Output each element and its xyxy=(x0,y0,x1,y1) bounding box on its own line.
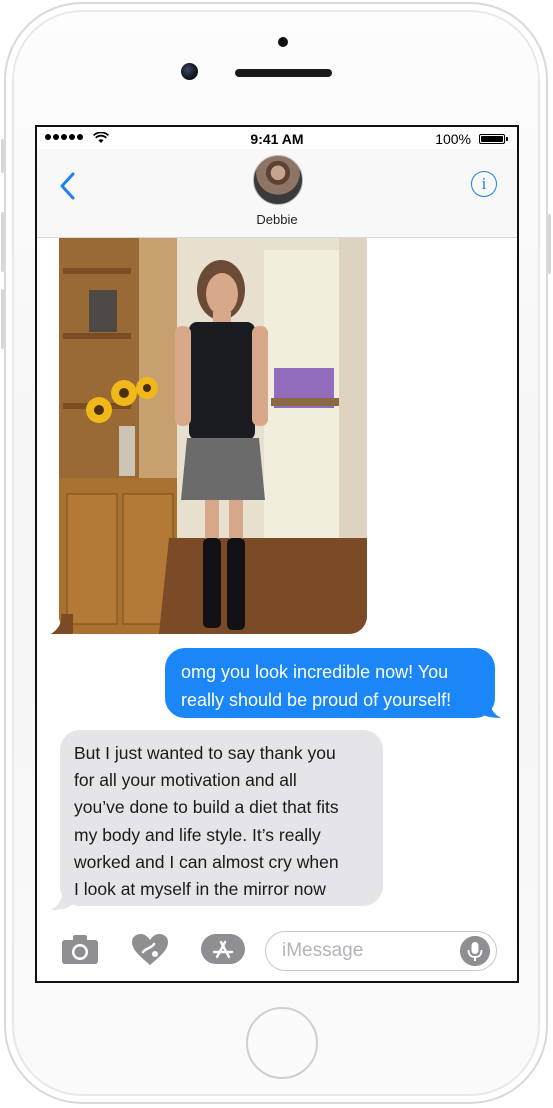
message-line: I look at myself in the mirror now xyxy=(74,879,326,900)
microphone-icon[interactable] xyxy=(460,936,490,966)
message-line: worked and I can almost cry when xyxy=(74,851,339,872)
battery-percent: 100% xyxy=(435,131,471,147)
app-store-icon[interactable] xyxy=(200,933,246,965)
messages-screen: 9:41 AM 100% Debbie i omg you look incre… xyxy=(35,125,519,983)
message-line: really should be proud of yourself! xyxy=(181,690,452,710)
home-button[interactable] xyxy=(246,1007,318,1079)
contact-avatar[interactable] xyxy=(253,155,303,205)
photo-image xyxy=(59,238,367,634)
bubble-tail xyxy=(479,696,501,718)
chevron-left-icon[interactable] xyxy=(55,169,81,203)
photo-message[interactable] xyxy=(59,238,367,634)
contact-name[interactable]: Debbie xyxy=(37,212,517,227)
message-line: But I just wanted to say thank you xyxy=(74,743,336,763)
message-line: for all your motivation and all xyxy=(74,770,297,791)
earpiece-speaker xyxy=(235,69,332,77)
volume-down-button xyxy=(1,289,4,349)
battery-icon xyxy=(479,134,508,144)
message-line: you’ve done to build a diet that fits xyxy=(74,797,339,818)
compose-bar: iMessage xyxy=(37,918,517,981)
volume-up-button xyxy=(1,212,4,272)
info-circle-icon[interactable]: i xyxy=(471,171,497,197)
status-bar: 9:41 AM 100% xyxy=(37,127,517,149)
message-input[interactable]: iMessage xyxy=(265,931,497,971)
camera-icon[interactable] xyxy=(61,933,99,965)
message-thread[interactable]: omg you look incredible now! You really … xyxy=(37,238,517,918)
received-message-bubble[interactable]: But I just wanted to say thank you for a… xyxy=(60,730,383,906)
sent-message-bubble[interactable]: omg you look incredible now! You really … xyxy=(165,648,495,718)
digital-touch-heart-icon[interactable] xyxy=(130,933,170,967)
mute-switch xyxy=(1,139,4,173)
bubble-tail xyxy=(51,888,73,910)
front-camera xyxy=(181,63,198,80)
message-line: my body and life style. It’s really xyxy=(74,824,321,845)
proximity-sensor xyxy=(278,37,288,47)
power-button xyxy=(548,214,551,274)
message-input-placeholder: iMessage xyxy=(282,940,364,961)
message-line: omg you look incredible now! You xyxy=(181,662,449,682)
bubble-tail xyxy=(51,614,73,634)
conversation-header: Debbie i xyxy=(37,149,517,238)
